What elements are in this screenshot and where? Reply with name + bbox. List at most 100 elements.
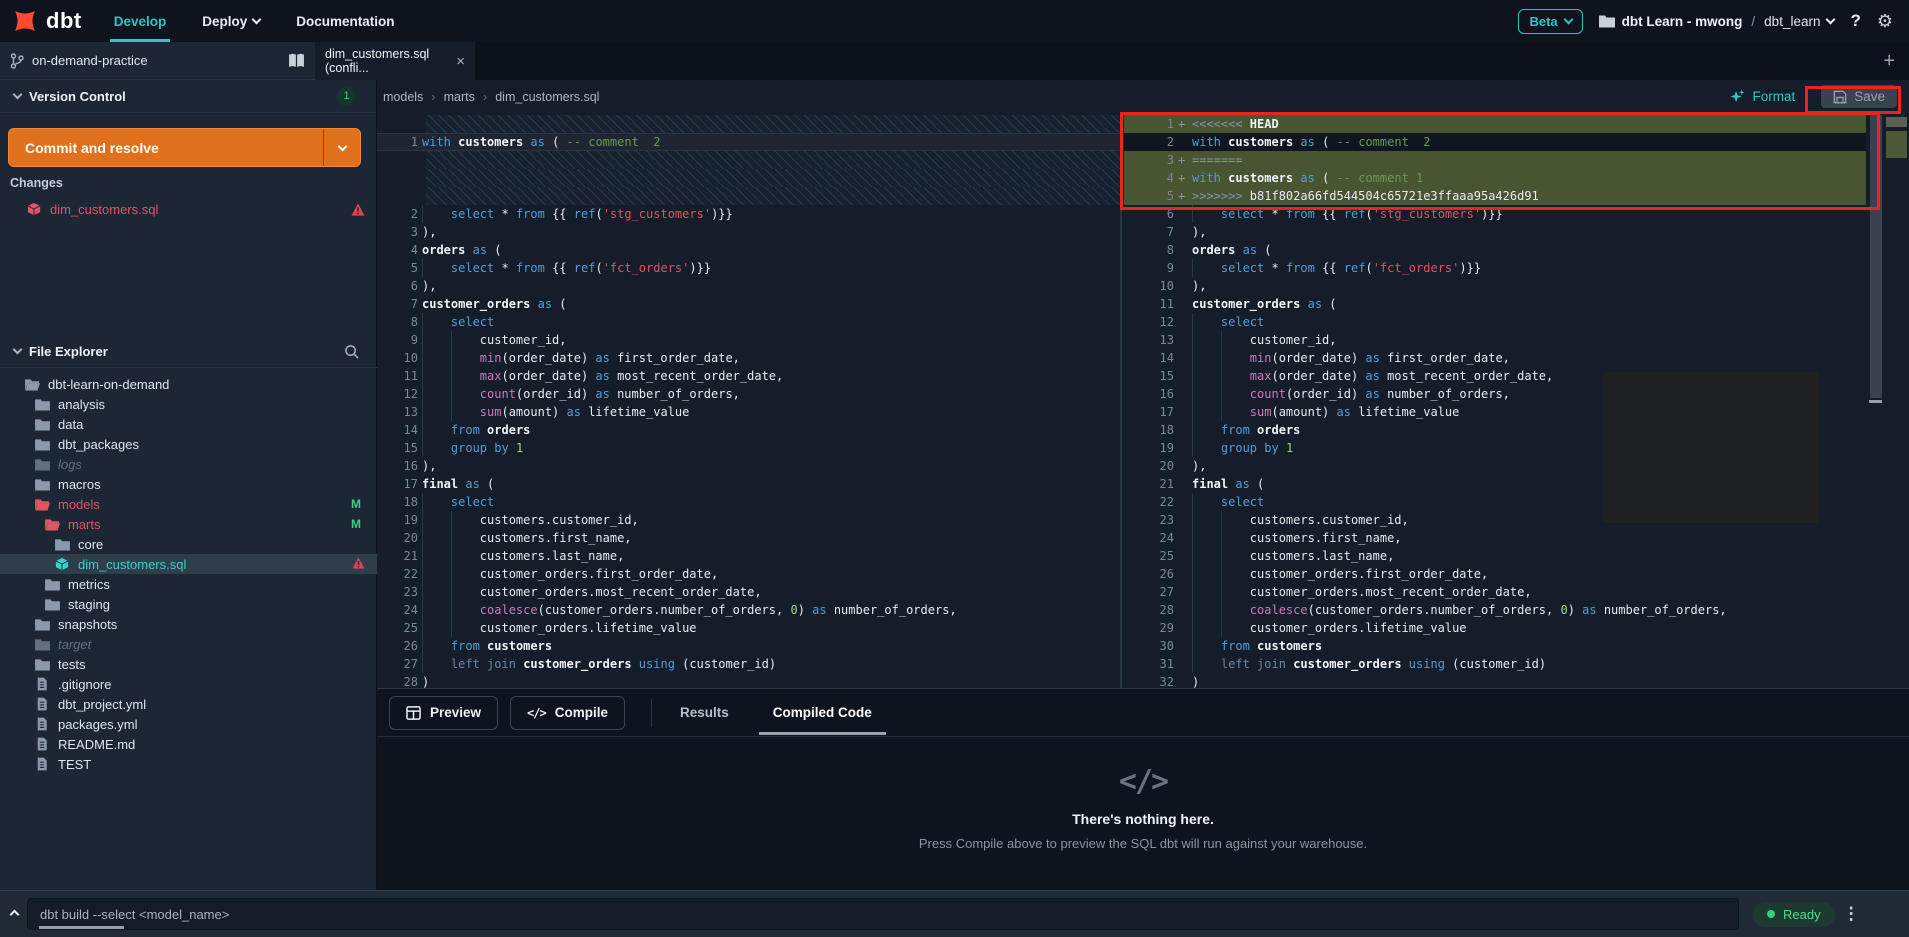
tree-item-target[interactable]: target [0,634,377,654]
tab-dim-customers[interactable]: dim_customers.sql (confli... × [315,42,475,80]
code-line[interactable]: 9 customer_id, [377,331,1120,349]
code-line[interactable]: 25 customers.last_name, [1124,547,1866,565]
code-line[interactable]: 2 select * from {{ ref('stg_customers')}… [377,205,1120,223]
account-project-switcher[interactable]: dbt Learn - mwong / dbt_learn [1599,14,1835,29]
editor-scrollbar[interactable] [1868,113,1884,688]
tree-item-snapshots[interactable]: snapshots [0,614,377,634]
code-line[interactable]: 11customer_orders as ( [1124,295,1866,313]
save-button[interactable]: Save [1821,85,1897,108]
code-line[interactable]: 5+>>>>>>> b81f802a66fd544504c65721e3ffaa… [1124,187,1866,205]
code-line[interactable]: 31 left join customer_orders using (cust… [1124,655,1866,673]
compile-button[interactable]: </> Compile [510,696,625,730]
docs-book-icon[interactable] [288,53,305,68]
code-line[interactable]: 8orders as ( [1124,241,1866,259]
tree-item-dim-customers-sql[interactable]: dim_customers.sql [0,554,377,574]
code-line[interactable]: 10 min(order_date) as first_order_date, [377,349,1120,367]
code-line[interactable]: 18 select [377,493,1120,511]
tab-results[interactable]: Results [680,689,729,737]
code-line[interactable]: 4+with customers as ( -- comment 1 [1124,169,1866,187]
tree-item-core[interactable]: core [0,534,377,554]
code-line[interactable]: 15 group by 1 [377,439,1120,457]
search-icon[interactable] [344,344,359,359]
diff-filler-row[interactable] [377,187,1120,205]
code-line[interactable]: 16), [377,457,1120,475]
tree-item-tests[interactable]: tests [0,654,377,674]
status-badge[interactable]: Ready [1753,902,1835,927]
preview-button[interactable]: Preview [389,696,498,730]
code-line[interactable]: 26 from customers [377,637,1120,655]
gear-icon[interactable]: ⚙ [1877,11,1893,32]
code-line[interactable]: 14 from orders [377,421,1120,439]
code-line[interactable]: 13 customer_id, [1124,331,1866,349]
scrollbar-thumb[interactable] [1870,115,1882,398]
minimap[interactable] [1886,113,1909,688]
diff-pane-current[interactable]: 1with customers as ( -- comment 2 2 selec… [377,113,1122,688]
tree-item-dbt-learn-on-demand[interactable]: dbt-learn-on-demand [0,374,377,394]
help-icon[interactable]: ? [1850,11,1860,31]
tree-item-dbt-packages[interactable]: dbt_packages [0,434,377,454]
breadcrumb-models[interactable]: models [383,90,423,104]
tree-item-analysis[interactable]: analysis [0,394,377,414]
diff-filler-row[interactable] [377,169,1120,187]
tree-item-metrics[interactable]: metrics [0,574,377,594]
code-line[interactable]: 25 customer_orders.lifetime_value [377,619,1120,637]
code-line[interactable]: 28) [377,673,1120,688]
code-line[interactable]: 12 count(order_id) as number_of_orders, [377,385,1120,403]
commit-dropdown-toggle[interactable] [324,146,360,150]
beta-dropdown[interactable]: Beta [1518,9,1582,34]
tree-item-models[interactable]: modelsM [0,494,377,514]
tree-item-dbt-project-yml[interactable]: dbt_project.yml [0,694,377,714]
code-line[interactable]: 23 customer_orders.most_recent_order_dat… [377,583,1120,601]
code-line[interactable]: 1+<<<<<<< HEAD [1124,115,1866,133]
code-line[interactable]: 22 customer_orders.first_order_date, [377,565,1120,583]
tab-compiled-code[interactable]: Compiled Code [773,689,872,737]
tree-item-staging[interactable]: staging [0,594,377,614]
collapse-command-bar-button[interactable] [0,905,27,923]
code-line[interactable]: 13 sum(amount) as lifetime_value [377,403,1120,421]
code-line[interactable]: 1with customers as ( -- comment 2 [377,133,1120,151]
tree-item-data[interactable]: data [0,414,377,434]
command-input[interactable] [27,898,1739,930]
code-line[interactable]: 29 customer_orders.lifetime_value [1124,619,1866,637]
code-line[interactable]: 7), [1124,223,1866,241]
breadcrumb-file[interactable]: dim_customers.sql [495,90,599,104]
code-line[interactable]: 6 select * from {{ ref('stg_customers')}… [1124,205,1866,223]
code-line[interactable]: 27 left join customer_orders using (cust… [377,655,1120,673]
code-line[interactable]: 4orders as ( [377,241,1120,259]
code-line[interactable]: 17final as ( [377,475,1120,493]
tree-item-marts[interactable]: martsM [0,514,377,534]
tree-item-test[interactable]: TEST [0,754,377,774]
code-line[interactable]: 10), [1124,277,1866,295]
tree-item-logs[interactable]: logs [0,454,377,474]
code-line[interactable]: 7customer_orders as ( [377,295,1120,313]
code-line[interactable]: 6), [377,277,1120,295]
nav-documentation[interactable]: Documentation [278,0,412,42]
code-line[interactable]: 2with customers as ( -- comment 2 [1124,133,1866,151]
code-line[interactable]: 30 from customers [1124,637,1866,655]
nav-develop[interactable]: Develop [96,0,185,42]
tree-item-macros[interactable]: macros [0,474,377,494]
code-line[interactable]: 12 select [1124,313,1866,331]
tree-item-readme-md[interactable]: README.md [0,734,377,754]
code-line[interactable]: 19 customers.customer_id, [377,511,1120,529]
kebab-menu-icon[interactable]: ⋮ [1835,904,1870,924]
close-icon[interactable]: × [456,53,465,70]
format-button[interactable]: Format [1730,89,1795,104]
breadcrumb-marts[interactable]: marts [444,90,475,104]
version-control-header[interactable]: Version Control 1 [0,80,376,113]
code-line[interactable]: 5 select * from {{ ref('fct_orders')}} [377,259,1120,277]
code-line[interactable]: 21 customers.last_name, [377,547,1120,565]
dbt-logo[interactable]: dbt [0,6,96,36]
tree-item-packages-yml[interactable]: packages.yml [0,714,377,734]
code-line[interactable]: 28 coalesce(customer_orders.number_of_or… [1124,601,1866,619]
code-line[interactable]: 14 min(order_date) as first_order_date, [1124,349,1866,367]
code-line[interactable]: 26 customer_orders.first_order_date, [1124,565,1866,583]
file-explorer-header[interactable]: File Explorer [0,335,377,368]
code-line[interactable]: 27 customer_orders.most_recent_order_dat… [1124,583,1866,601]
code-line[interactable]: 3), [377,223,1120,241]
changed-file-row[interactable]: dim_customers.sql [0,198,377,220]
tree-item--gitignore[interactable]: .gitignore [0,674,377,694]
code-line[interactable]: 3+======= [1124,151,1866,169]
nav-deploy[interactable]: Deploy [184,0,278,42]
git-branch-widget[interactable]: on-demand-practice [0,42,315,80]
